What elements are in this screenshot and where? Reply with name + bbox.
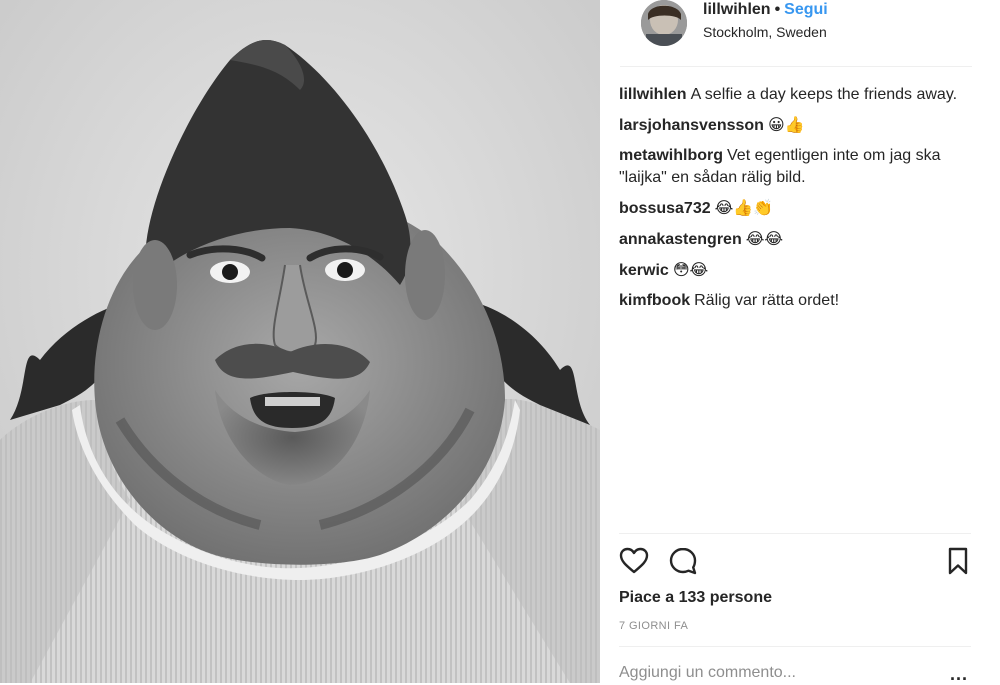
header-username[interactable]: lillwihlen	[703, 1, 771, 18]
comment-username[interactable]: larsjohansvensson	[619, 117, 764, 134]
header-username-line: lillwihlen • Segui	[703, 1, 828, 19]
follow-button[interactable]: Segui	[784, 1, 828, 18]
post-timestamp[interactable]: 7 GIORNI FA	[619, 620, 688, 632]
user-avatar[interactable]	[641, 0, 687, 46]
comment-item: metawihlborg Vet egentligen inte om jag s…	[619, 145, 959, 189]
avatar-image	[641, 0, 687, 46]
comment-item: kerwic 😳😂	[619, 259, 959, 282]
comment-bubble-icon[interactable]	[668, 546, 698, 576]
comment-text: 😂👍👏	[714, 198, 774, 217]
comment-text: 😂😂	[745, 229, 784, 248]
caption-comment: lillwihlen A selfie a day keeps the frien…	[619, 84, 959, 106]
comment-username[interactable]: kerwic	[619, 262, 669, 279]
comment-item: bossusa732 😂👍👏	[619, 197, 959, 220]
comment-text: 😀👍	[767, 115, 805, 134]
post-location[interactable]: Stockholm, Sweden	[703, 24, 827, 40]
likes-count[interactable]: Piace a 133 persone	[619, 589, 772, 607]
comment-item: kimfbook Rälig var rätta ordet!	[619, 290, 959, 312]
comments-list: lillwihlen A selfie a day keeps the frien…	[619, 84, 959, 320]
comment-username[interactable]: lillwihlen	[619, 86, 687, 103]
comment-text: 😳😂	[672, 260, 709, 279]
post-actions-section: Piace a 133 persone 7 GIORNI FA	[619, 533, 971, 647]
post-side-panel: lillwihlen • Segui Stockholm, Sweden lillw…	[600, 0, 1000, 683]
comment-username[interactable]: metawihlborg	[619, 147, 723, 164]
more-options-button[interactable]: ...	[950, 664, 968, 685]
heart-icon[interactable]	[619, 546, 649, 576]
comment-username[interactable]: kimfbook	[619, 292, 690, 309]
comment-username[interactable]: annakastengren	[619, 231, 742, 248]
comment-text: A selfie a day keeps the friends away.	[690, 86, 958, 103]
comment-text: Rälig var rätta ordet!	[694, 292, 840, 309]
distorted-selfie-image	[0, 0, 600, 683]
separator-dot: •	[774, 1, 781, 18]
bookmark-icon[interactable]	[943, 546, 973, 576]
comment-item: larsjohansvensson 😀👍	[619, 114, 959, 137]
comment-item: annakastengren 😂😂	[619, 228, 959, 251]
comment-username[interactable]: bossusa732	[619, 200, 711, 217]
post-photo[interactable]	[0, 0, 600, 683]
post-header: lillwihlen • Segui Stockholm, Sweden	[620, 0, 972, 67]
add-comment-input[interactable]: Aggiungi un commento...	[619, 664, 919, 682]
